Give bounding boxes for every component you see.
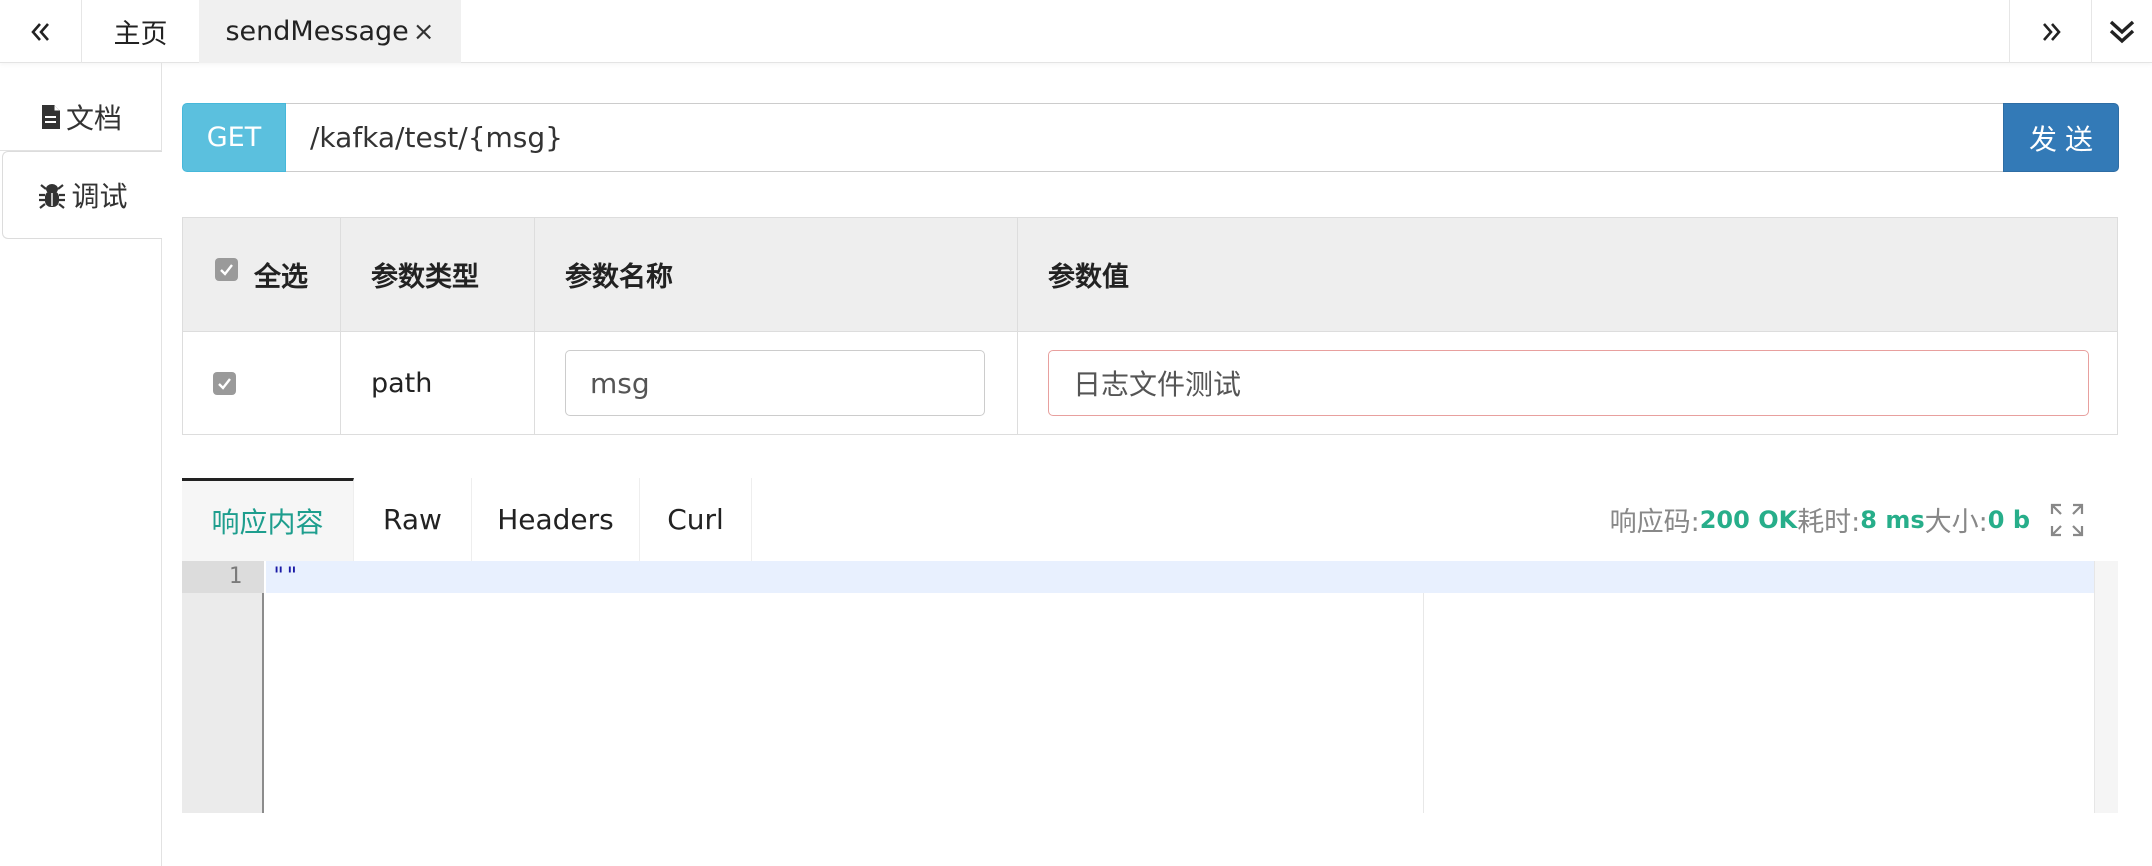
url-input[interactable] bbox=[286, 103, 2009, 172]
line-number: 1 bbox=[182, 561, 264, 593]
editor-scrollbar[interactable] bbox=[2094, 561, 2118, 813]
print-margin bbox=[1423, 593, 1424, 813]
param-name-input[interactable]: msg bbox=[565, 350, 985, 416]
checkmark-icon bbox=[220, 264, 233, 276]
param-value-header: 参数值 bbox=[1048, 262, 1129, 293]
params-header-row: 全选 参数类型 参数名称 参数值 bbox=[183, 218, 2117, 332]
sidebar-item-label: 文档 bbox=[65, 101, 122, 135]
code-line: "" bbox=[266, 561, 2094, 593]
fullscreen-icon bbox=[2050, 503, 2084, 536]
param-name-cell: msg bbox=[535, 332, 1018, 434]
tabs-menu-button[interactable] bbox=[2091, 0, 2152, 63]
tab-home[interactable]: 主页 bbox=[82, 0, 199, 63]
tab-curl[interactable]: Curl bbox=[640, 478, 752, 561]
double-chevron-right-icon bbox=[2042, 22, 2061, 41]
tab-close-icon[interactable]: × bbox=[413, 17, 435, 47]
param-name-header: 参数名称 bbox=[535, 218, 1018, 331]
param-enabled-checkbox[interactable] bbox=[213, 371, 236, 395]
http-method-badge: GET bbox=[182, 103, 286, 172]
fullscreen-button[interactable] bbox=[2050, 503, 2084, 537]
tab-home-label: 主页 bbox=[113, 19, 168, 50]
request-line: GET 发送 bbox=[182, 103, 2119, 172]
param-type-header: 参数类型 bbox=[341, 218, 535, 331]
tab-sendmessage[interactable]: sendMessage × bbox=[199, 0, 461, 63]
size-label: 大小: bbox=[1924, 507, 1988, 538]
response-tabs: 响应内容 Raw Headers Curl 响应码: 200 OK 耗时: 8 … bbox=[182, 478, 2118, 561]
sidebar-item-docs[interactable]: 文档 bbox=[0, 83, 162, 151]
send-button[interactable]: 发送 bbox=[2003, 103, 2119, 172]
response-editor[interactable]: 1 "" bbox=[182, 561, 2118, 813]
double-chevron-left-icon bbox=[30, 22, 49, 41]
bug-icon bbox=[39, 184, 66, 209]
tab-response-content[interactable]: 响应内容 bbox=[182, 478, 354, 561]
select-all-header: 全选 bbox=[183, 218, 341, 331]
status-code-label: 响应码: bbox=[1609, 507, 1700, 538]
param-enabled-cell bbox=[183, 332, 341, 434]
select-all-checkbox[interactable] bbox=[215, 258, 238, 281]
tab-raw[interactable]: Raw bbox=[354, 478, 472, 561]
params-table: 全选 参数类型 参数名称 参数值 path msg 日志文件测试 bbox=[182, 217, 2118, 435]
time-value: 8 ms bbox=[1860, 505, 1925, 534]
document-icon bbox=[41, 104, 60, 129]
sidebar-item-debug[interactable]: 调试 bbox=[2, 151, 162, 239]
top-tab-bar: 主页 sendMessage × bbox=[0, 0, 2152, 63]
double-chevron-down-icon bbox=[2109, 20, 2135, 43]
scroll-tabs-left-button[interactable] bbox=[0, 0, 82, 63]
sidebar-item-label: 调试 bbox=[71, 180, 128, 213]
select-all-label: 全选 bbox=[254, 262, 308, 293]
param-value-input[interactable]: 日志文件测试 bbox=[1048, 350, 2089, 416]
tab-sendmessage-label: sendMessage bbox=[225, 16, 409, 47]
param-type-cell: path bbox=[341, 332, 535, 434]
param-value-cell: 日志文件测试 bbox=[1018, 332, 2117, 434]
size-value: 0 b bbox=[1987, 505, 2030, 534]
response-status: 响应码: 200 OK 耗时: 8 ms 大小: 0 b bbox=[1610, 478, 2118, 561]
editor-gutter: 1 bbox=[182, 561, 264, 813]
status-code-value: 200 OK bbox=[1699, 505, 1798, 534]
tab-headers[interactable]: Headers bbox=[472, 478, 640, 561]
table-row: path msg 日志文件测试 bbox=[183, 332, 2117, 434]
time-label: 耗时: bbox=[1797, 507, 1861, 538]
scroll-tabs-right-button[interactable] bbox=[2009, 0, 2091, 63]
checkmark-icon bbox=[218, 377, 231, 390]
sidebar: 文档 调试 bbox=[0, 63, 162, 866]
